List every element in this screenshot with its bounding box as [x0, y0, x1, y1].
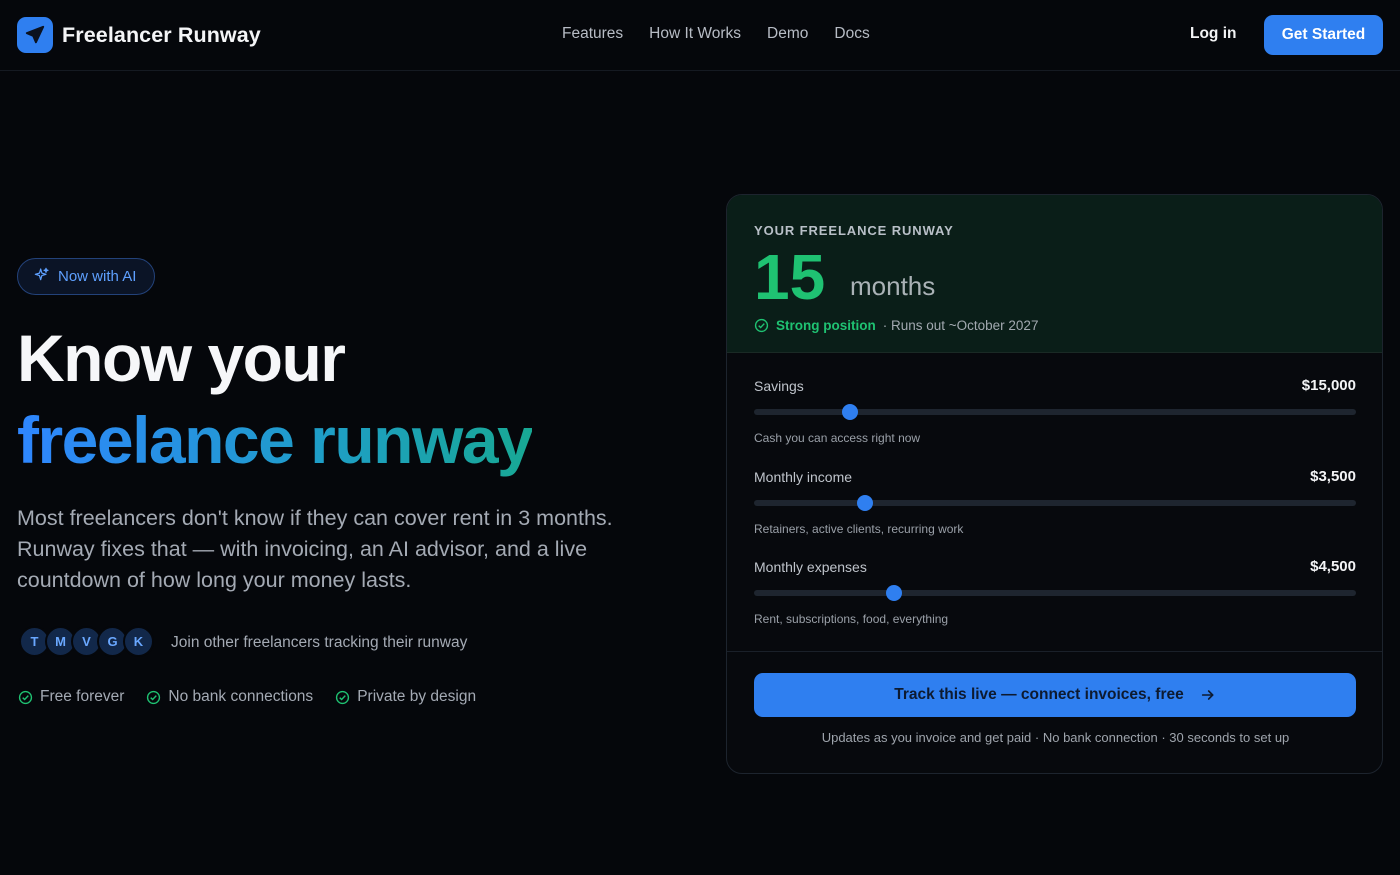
sparkle-icon: [34, 267, 50, 287]
nav-how-it-works[interactable]: How It Works: [649, 25, 741, 43]
brand-logo[interactable]: Freelancer Runway: [17, 17, 261, 53]
social-proof-text: Join other freelancers tracking their ru…: [171, 634, 468, 651]
ai-badge: Now with AI: [17, 258, 156, 295]
perk-item: Free forever: [18, 688, 124, 706]
slider-value: $3,500: [1310, 468, 1356, 485]
slider-label: Monthly expenses: [754, 559, 867, 575]
divider: [727, 651, 1382, 652]
income-slider[interactable]: [754, 495, 1356, 511]
nav-features[interactable]: Features: [562, 25, 623, 43]
slider-value: $4,500: [1310, 558, 1356, 575]
perk-label: Free forever: [40, 688, 125, 705]
check-circle-icon: [754, 318, 769, 333]
track-live-button[interactable]: Track this live — connect invoices, free: [754, 673, 1356, 717]
slider-value: $15,000: [1301, 377, 1356, 394]
perk-item: Private by design: [335, 688, 476, 706]
runway-summary: YOUR FREELANCE RUNWAY 15 months Strong p…: [727, 195, 1382, 353]
expenses-slider[interactable]: [754, 585, 1356, 601]
cta-label: Track this live — connect invoices, free: [894, 686, 1184, 703]
nav-docs[interactable]: Docs: [834, 25, 869, 43]
slider-thumb[interactable]: [856, 495, 873, 511]
perk-label: No bank connections: [168, 688, 314, 705]
main-nav: Features How It Works Demo Docs: [562, 25, 870, 43]
check-circle-icon: [336, 690, 350, 704]
slider-hint: Retainers, active clients, recurring wor…: [754, 522, 964, 536]
runway-status: Strong position · Runs out ~October 2027: [754, 318, 1038, 333]
slider-label: Monthly income: [754, 469, 853, 485]
avatar-stack: T M V G K: [19, 626, 154, 657]
runway-months-unit: months: [850, 271, 936, 301]
slider-hint: Rent, subscriptions, food, everything: [754, 612, 949, 626]
check-circle-icon: [147, 690, 161, 704]
runs-out-date: · Runs out ~October 2027: [882, 318, 1039, 333]
badge-label: Now with AI: [58, 268, 137, 285]
status-badge: Strong position: [776, 318, 876, 333]
slider-label: Savings: [754, 378, 804, 394]
arrow-right-icon: [1201, 690, 1214, 700]
hero-title-line2: freelance runway: [17, 403, 534, 477]
login-link[interactable]: Log in: [1190, 25, 1237, 43]
card-footnote: Updates as you invoice and get paid · No…: [821, 730, 1290, 745]
avatar: K: [123, 626, 154, 657]
slider-thumb[interactable]: [842, 404, 859, 420]
top-navigation: Freelancer Runway Features How It Works …: [0, 0, 1400, 71]
hero-description: Most freelancers don't know if they can …: [17, 506, 613, 592]
get-started-button[interactable]: Get Started: [1264, 15, 1383, 55]
slider-thumb[interactable]: [886, 585, 903, 601]
perk-item: No bank connections: [146, 688, 313, 706]
perk-label: Private by design: [357, 688, 477, 705]
card-label: YOUR FREELANCE RUNWAY: [754, 223, 954, 238]
airplane-icon: [17, 17, 53, 53]
hero-title-line1: Know your: [17, 321, 346, 395]
savings-slider[interactable]: [754, 404, 1356, 420]
brand-name: Freelancer Runway: [62, 22, 261, 47]
perk-list: Free forever No bank connections Private…: [18, 688, 476, 706]
nav-demo[interactable]: Demo: [767, 25, 808, 43]
runway-calculator-card: YOUR FREELANCE RUNWAY 15 months Strong p…: [726, 194, 1383, 774]
runway-months-value: 15: [754, 241, 826, 313]
check-circle-icon: [18, 690, 33, 704]
slider-hint: Cash you can access right now: [754, 431, 921, 445]
